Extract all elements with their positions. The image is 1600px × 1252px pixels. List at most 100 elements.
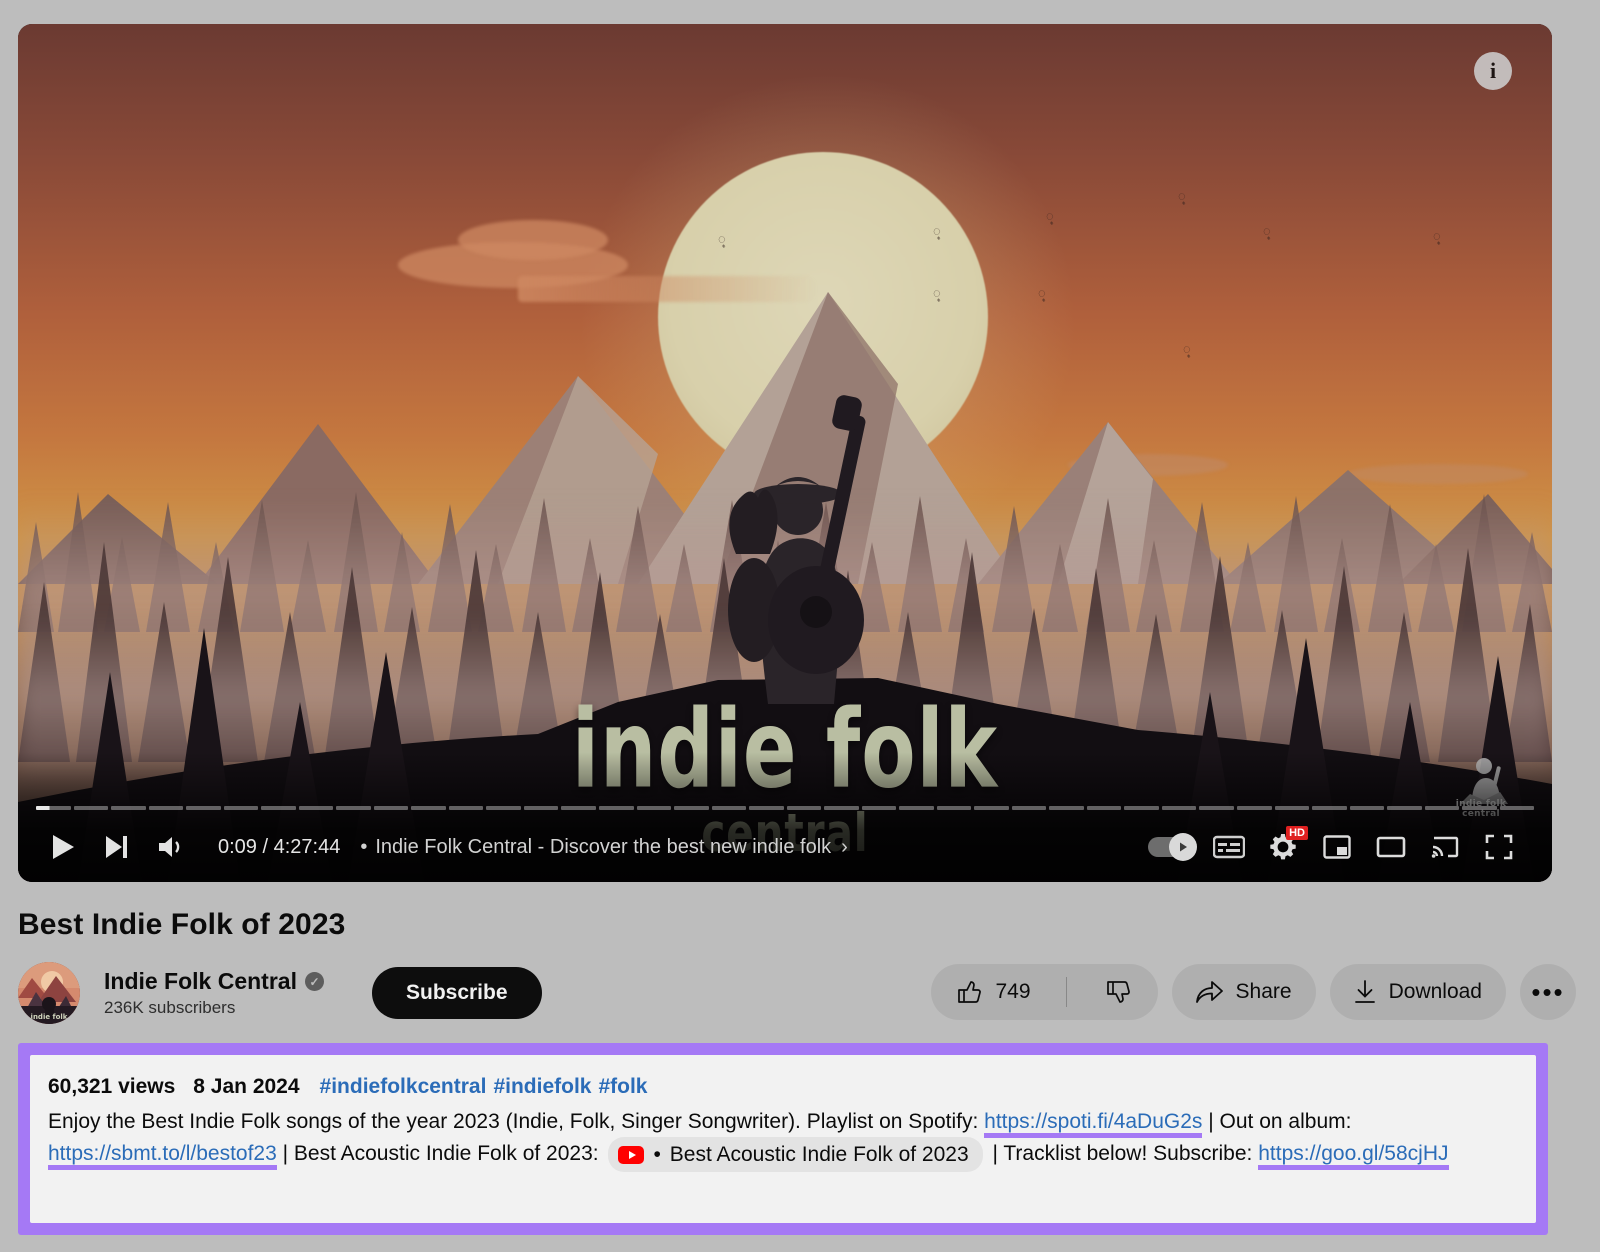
subscribe-button[interactable]: Subscribe: [371, 967, 542, 1019]
miniplayer-button[interactable]: [1314, 824, 1360, 870]
chapter-segment[interactable]: [1049, 806, 1084, 810]
chapter-segment[interactable]: [561, 806, 596, 810]
settings-button[interactable]: HD: [1260, 824, 1308, 870]
description-text: Enjoy the Best Indie Folk songs of the y…: [48, 1110, 985, 1134]
chapter-segment[interactable]: [1424, 806, 1460, 810]
subtitles-button[interactable]: [1206, 824, 1252, 870]
cast-button[interactable]: [1422, 824, 1468, 870]
chapter-segment[interactable]: [674, 806, 709, 810]
spotify-link[interactable]: https://spoti.fi/4aDuG2s: [984, 1110, 1203, 1139]
hashtag[interactable]: #indiefolk: [493, 1075, 591, 1098]
description-meta: 60,321 views 8 Jan 2024 #indiefolkcentra…: [48, 1071, 1518, 1102]
like-count: 749: [995, 980, 1031, 1003]
chapter-segment[interactable]: [899, 806, 934, 810]
hashtag[interactable]: #folk: [598, 1075, 647, 1098]
chapter-segment[interactable]: [523, 806, 559, 810]
chapter-segment[interactable]: [261, 806, 296, 810]
chevron-right-icon[interactable]: ›: [841, 836, 848, 859]
avatar[interactable]: indie folk: [18, 962, 80, 1024]
current-time: 0:09: [218, 835, 257, 858]
time-separator: /: [262, 835, 274, 858]
description-text: | Out on album:: [1202, 1110, 1352, 1134]
channel-row: indie folk Indie Folk Central ✓ 236K sub…: [18, 962, 542, 1024]
chapter-segment[interactable]: [1312, 806, 1347, 810]
description-text: | Tracklist below! Subscribe:: [986, 1142, 1253, 1166]
chapter-segment[interactable]: [1499, 806, 1535, 810]
chapter-segment[interactable]: [373, 806, 409, 810]
like-dislike-group: 749: [930, 964, 1158, 1020]
chapter-segment[interactable]: [1349, 806, 1385, 810]
view-count: 60,321 views: [48, 1075, 176, 1098]
autoplay-toggle[interactable]: [1144, 833, 1198, 861]
chapter-segment[interactable]: [448, 806, 484, 810]
chapter-segment[interactable]: [223, 806, 259, 810]
subscribe-link[interactable]: https://goo.gl/58cjHJ: [1258, 1142, 1449, 1171]
video-player[interactable]: ᭬ ᭬ ᭬ ᭬ ᭬ ᭬ ᭬ ᭬ ᭬ ᭬: [18, 24, 1552, 882]
autoplay-track: [1148, 833, 1197, 861]
subscriber-count: 236K subscribers: [104, 998, 236, 1017]
player-controls: 0:09 / 4:27:44 • Indie Folk Central - Di…: [18, 812, 1552, 882]
video-chip[interactable]: • Best Acoustic Indie Folk of 2023: [608, 1137, 983, 1173]
channel-name[interactable]: Indie Folk Central ✓: [104, 968, 324, 995]
chapter-segment[interactable]: [1462, 806, 1497, 810]
chapter-segment[interactable]: [486, 806, 521, 810]
youtube-watch-page: ᭬ ᭬ ᭬ ᭬ ᭬ ᭬ ᭬ ᭬ ᭬ ᭬: [0, 0, 1600, 1252]
chapter-segment[interactable]: [786, 806, 822, 810]
chapter-segment[interactable]: [411, 806, 446, 810]
download-button[interactable]: Download: [1329, 964, 1506, 1020]
like-button[interactable]: 749: [931, 964, 1053, 1020]
chapter-segment[interactable]: [1161, 806, 1197, 810]
chapter-segment[interactable]: [73, 806, 109, 810]
chapter-segment[interactable]: [749, 806, 784, 810]
chip-label: Best Acoustic Indie Folk of 2023: [669, 1143, 969, 1167]
next-button[interactable]: [94, 824, 140, 870]
download-label: Download: [1388, 980, 1482, 1003]
hashtag[interactable]: #indiefolkcentral: [320, 1075, 487, 1098]
thumbs-down-icon: [1106, 981, 1130, 1003]
progress-bar[interactable]: [36, 806, 1535, 810]
page-title: Best Indie Folk of 2023: [18, 908, 346, 941]
chapter-segment[interactable]: [36, 806, 71, 810]
chapter-segment[interactable]: [598, 806, 634, 810]
chapter-segment[interactable]: [336, 806, 371, 810]
description-panel[interactable]: 60,321 views 8 Jan 2024 #indiefolkcentra…: [30, 1055, 1536, 1223]
chapter-segment[interactable]: [1124, 806, 1159, 810]
more-actions-button[interactable]: •••: [1520, 964, 1576, 1020]
chapter-segment[interactable]: [1199, 806, 1234, 810]
share-button[interactable]: Share: [1171, 964, 1316, 1020]
chapter-segment[interactable]: [936, 806, 972, 810]
chapter-segment[interactable]: [711, 806, 747, 810]
chapter-segment[interactable]: [636, 806, 672, 810]
chapter-segment[interactable]: [1387, 806, 1422, 810]
chapter-segment[interactable]: [111, 806, 146, 810]
time-display: 0:09 / 4:27:44: [218, 836, 340, 859]
chapter-segment[interactable]: [1086, 806, 1122, 810]
play-button[interactable]: [40, 824, 86, 870]
chapter-segment[interactable]: [186, 806, 221, 810]
quality-badge: HD: [1286, 826, 1308, 841]
description-body: Enjoy the Best Indie Folk songs of the y…: [48, 1106, 1518, 1173]
chapter-segment[interactable]: [824, 806, 859, 810]
chapter-segment[interactable]: [1237, 806, 1272, 810]
chapter-segment[interactable]: [1011, 806, 1047, 810]
chapter-segment[interactable]: [861, 806, 897, 810]
chapter-segment[interactable]: [974, 806, 1009, 810]
share-label: Share: [1235, 980, 1292, 1003]
chapter-segment[interactable]: [298, 806, 334, 810]
chapter-segment[interactable]: [1274, 806, 1310, 810]
channel-name-text: Indie Folk Central: [104, 968, 297, 994]
share-icon: [1195, 981, 1223, 1003]
fullscreen-button[interactable]: [1476, 824, 1522, 870]
chip-bullet: •: [653, 1143, 661, 1167]
svg-text:indie folk: indie folk: [31, 1013, 68, 1021]
description-highlight-box: 60,321 views 8 Jan 2024 #indiefolkcentra…: [18, 1043, 1548, 1235]
description-text: | Best Acoustic Indie Folk of 2023:: [276, 1142, 605, 1166]
album-link[interactable]: https://sbmt.to/l/bestof23: [48, 1142, 277, 1171]
volume-button[interactable]: [148, 824, 194, 870]
now-playing-title[interactable]: Indie Folk Central - Discover the best n…: [375, 836, 831, 859]
chapter-segment[interactable]: [148, 806, 184, 810]
theater-button[interactable]: [1368, 824, 1414, 870]
info-icon[interactable]: i: [1474, 52, 1512, 90]
hashtag-list: #indiefolkcentral #indiefolk #folk: [320, 1071, 655, 1102]
dislike-button[interactable]: [1080, 964, 1158, 1020]
